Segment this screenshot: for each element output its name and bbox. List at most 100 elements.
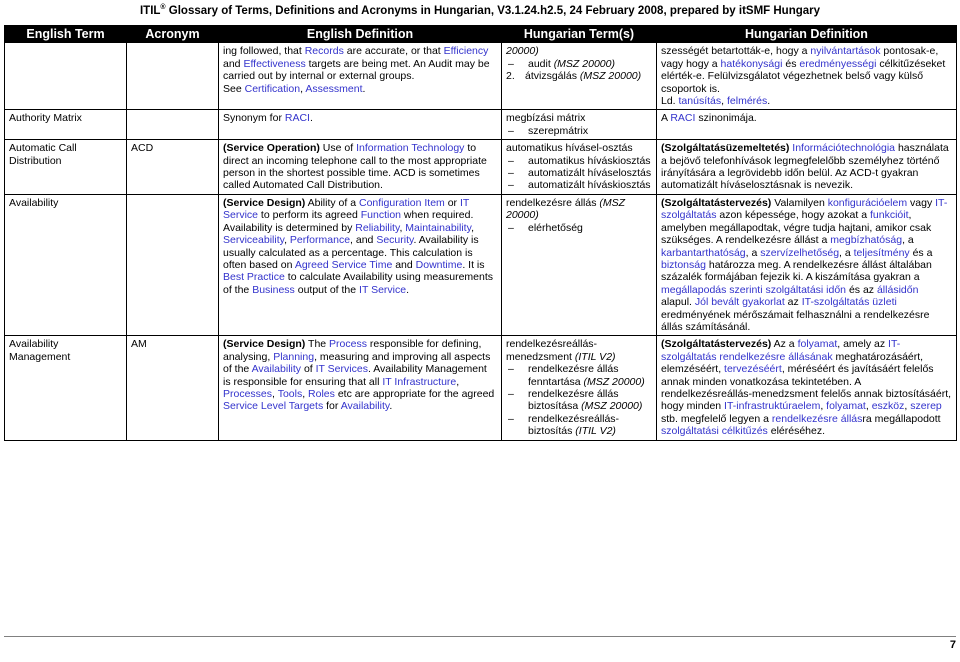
cell-hungarian-definition: (Szolgáltatástervezés) Az a folyamat, am… — [656, 335, 957, 441]
glossary-table: English Term Acronym English Definition … — [4, 24, 957, 441]
link-efficiency[interactable]: Efficiency — [444, 45, 489, 57]
cell-hungarian-terms: rendelkezésreállás-menedzsment (ITIL V2)… — [501, 335, 657, 441]
hungarian-term-main: automatikus hívásel-osztás — [506, 142, 633, 155]
dash-icon: – — [508, 167, 514, 180]
link-security[interactable]: Security — [376, 234, 413, 246]
link-szervizelhetoseg[interactable]: szervízelhetőség — [760, 247, 839, 259]
link-it-infrastructure[interactable]: IT Infrastructure — [382, 376, 456, 388]
link-raci-hu[interactable]: RACI — [670, 112, 695, 124]
link-tools[interactable]: Tools — [278, 388, 303, 400]
hungarian-term-dash-list: – rendelkezésre állás fenntartása (MSZ 20… — [506, 363, 652, 437]
link-service-level-targets[interactable]: Service Level Targets — [223, 400, 323, 412]
link-maintainability[interactable]: Maintainability — [405, 222, 471, 234]
link-hatekonysagi[interactable]: hatékonysági — [721, 58, 783, 70]
list-item-label: rendelkezésre állás fenntartása (MSZ 200… — [528, 363, 645, 388]
cell-english-term: Availability — [4, 193, 127, 337]
link-jol-bevalt-gyakorlat[interactable]: Jól bevált gyakorlat — [695, 296, 785, 308]
link-configuration-item[interactable]: Configuration Item — [359, 197, 445, 209]
link-raci[interactable]: RACI — [285, 112, 310, 124]
list-item: – automatikus híváskiosztás — [506, 155, 652, 167]
link-eredmenyessegi[interactable]: eredményességi — [799, 58, 876, 70]
definition-text: (Szolgáltatásüzemeltetés) Információtech… — [661, 142, 949, 192]
link-assessment[interactable]: Assessment — [305, 83, 362, 95]
definition-text: (Szolgáltatástervezés) Az a folyamat, am… — [661, 338, 952, 438]
link-allasidon[interactable]: állásidőn — [877, 284, 918, 296]
table-header-row: English Term Acronym English Definition … — [4, 24, 957, 44]
link-konfiguracioelem[interactable]: konfigurációelem — [828, 197, 907, 209]
table-row: Availability (Service Design) Ability of… — [4, 193, 957, 337]
link-megbizhatosag[interactable]: megbízhatóság — [830, 234, 902, 246]
link-best-practice[interactable]: Best Practice — [223, 271, 285, 283]
table-row: ing followed, that Records are accurate,… — [4, 42, 957, 111]
cell-acronym: AM — [126, 335, 219, 441]
link-effectiveness[interactable]: Effectiveness — [243, 58, 305, 70]
link-biztonsag[interactable]: biztonság — [661, 259, 706, 271]
link-szerep[interactable]: szerep — [910, 400, 942, 412]
dash-icon: – — [508, 124, 514, 137]
link-folyamat-2[interactable]: folyamat — [826, 400, 866, 412]
cell-english-definition: ing followed, that Records are accurate,… — [218, 42, 502, 111]
link-megallapodas-szerinti-ido[interactable]: megállapodás szerinti szolgáltatási időn — [661, 284, 846, 296]
list-item-label: szerepmátrix — [528, 124, 589, 137]
definition-text: Synonym for RACI. — [223, 112, 313, 125]
link-teljesitmeny[interactable]: teljesítmény — [854, 247, 910, 259]
list-item-label: automatizált híváselosztás — [528, 167, 652, 180]
link-informaciotechnologia[interactable]: Információtechnológia — [792, 142, 895, 154]
table-row: Automatic Call Distribution ACD (Service… — [4, 139, 957, 195]
hungarian-term-main: rendelkezésre állás (MSZ 20000) — [506, 196, 626, 222]
link-process[interactable]: Process — [329, 338, 367, 350]
list-item: – rendelkezésre állás biztosítása (MSZ 20… — [506, 388, 652, 413]
list-number: 2. — [506, 70, 515, 83]
link-processes[interactable]: Processes — [223, 388, 272, 400]
link-tanusitas[interactable]: tanúsítás — [679, 95, 722, 107]
link-folyamat[interactable]: folyamat — [798, 338, 838, 350]
hungarian-term-main: megbízási mátrix — [506, 112, 586, 125]
column-header-english-definition: English Definition — [218, 24, 502, 44]
link-availability-2[interactable]: Availability — [341, 400, 390, 412]
link-serviceability[interactable]: Serviceability — [223, 234, 284, 246]
document-page: ITIL® Glossary of Terms, Definitions and… — [0, 0, 960, 662]
cell-english-term: Authority Matrix — [4, 109, 127, 141]
link-karbantarthatosag[interactable]: karbantarthatóság — [661, 247, 746, 259]
link-it-infrastrukturaelem[interactable]: IT-infrastruktúraelem — [724, 400, 820, 412]
link-roles[interactable]: Roles — [308, 388, 335, 400]
link-performance[interactable]: Performance — [290, 234, 350, 246]
link-records[interactable]: Records — [305, 45, 344, 57]
link-business[interactable]: Business — [252, 284, 295, 296]
link-function[interactable]: Function — [361, 209, 401, 221]
list-item: – audit (MSZ 20000) — [506, 58, 652, 70]
column-header-acronym: Acronym — [126, 24, 219, 44]
list-item: – automatizált híváselosztás — [506, 167, 652, 179]
link-szolgaltatasi-celkituzes[interactable]: szolgáltatási célkitűzés — [661, 425, 768, 437]
cell-hungarian-definition: A RACI szinonimája. — [656, 109, 957, 141]
link-information-technology[interactable]: Information Technology — [356, 142, 464, 154]
link-downtime[interactable]: Downtime — [416, 259, 463, 271]
cell-hungarian-terms: automatikus hívásel-osztás – automatikus … — [501, 139, 657, 195]
column-header-english-term: English Term — [4, 24, 127, 44]
link-eszkoz[interactable]: eszköz — [872, 400, 905, 412]
link-nyilvantartasok[interactable]: nyilvántartások — [810, 45, 880, 57]
list-item-label: audit (MSZ 20000) — [528, 57, 615, 70]
dash-icon: – — [508, 57, 514, 70]
link-reliability[interactable]: Reliability — [355, 222, 399, 234]
link-certification[interactable]: Certification — [245, 83, 300, 95]
list-item-label: automatizált híváskiosztás — [528, 179, 651, 192]
link-agreed-service-time[interactable]: Agreed Service Time — [295, 259, 392, 271]
list-item-label: átvizsgálás (MSZ 20000) — [525, 70, 642, 83]
document-header-title-post: Glossary of Terms, Definitions and Acron… — [165, 5, 821, 17]
link-felmeres[interactable]: felmérés — [727, 95, 767, 107]
link-availability[interactable]: Availability — [252, 363, 301, 375]
link-it-services[interactable]: IT Services — [316, 363, 368, 375]
link-it-service-2[interactable]: IT Service — [359, 284, 406, 296]
link-it-szolgaltatas-2[interactable]: IT-szolgáltatás üzleti — [802, 296, 897, 308]
link-rendelkezesre-allasra[interactable]: rendelkezésre állás — [772, 413, 862, 425]
definition-text: szességét betartották-e, hogy a nyilvánt… — [661, 45, 946, 108]
list-item: – rendelkezésreállás-biztosítás (ITIL V2) — [506, 413, 652, 438]
table-row: Availability Management AM (Service Desi… — [4, 335, 957, 441]
link-planning[interactable]: Planning — [273, 351, 314, 363]
dash-icon: – — [508, 154, 514, 167]
link-funkcioit[interactable]: funkcióit — [870, 209, 909, 221]
link-tervezeseert[interactable]: tervezéséért — [724, 363, 782, 375]
column-header-hungarian-terms: Hungarian Term(s) — [501, 24, 657, 44]
list-item-label: rendelkezésreállás-biztosítás (ITIL V2) — [528, 412, 620, 438]
